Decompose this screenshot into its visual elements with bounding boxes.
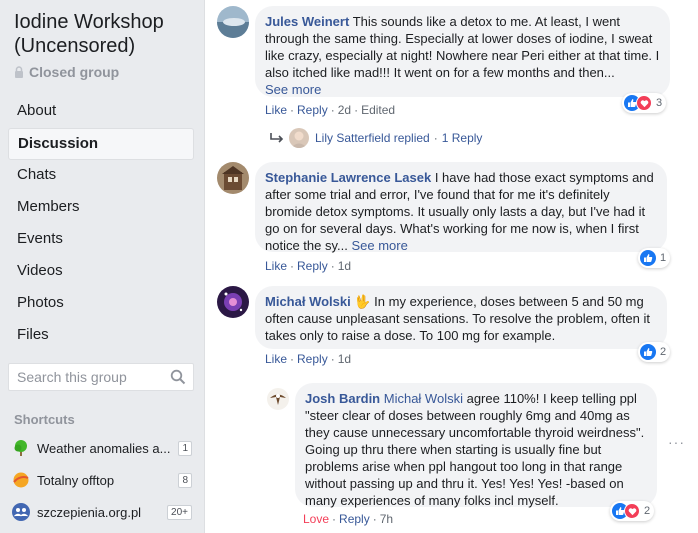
planet-icon — [13, 472, 29, 488]
reply-bubble: Josh Bardin Michał Wolski agree 110%! I … — [295, 383, 657, 508]
privacy-label: Closed group — [14, 64, 119, 80]
replies-count: 1 Reply — [441, 131, 483, 145]
comment-bubble: Jules Weinert This sounds like a detox t… — [255, 6, 670, 97]
reaction-count: 3 — [656, 97, 663, 109]
reply-link[interactable]: Reply — [297, 259, 328, 273]
comment-actions: Like · Reply · 1d — [265, 259, 352, 273]
like-reaction-icon — [640, 344, 656, 360]
comment-author[interactable]: Stephanie Lawrence Lasek — [265, 170, 431, 185]
replier-name: Lily Satterfield replied — [315, 131, 430, 145]
avatar-image — [217, 6, 249, 38]
comment-time[interactable]: 2d — [338, 103, 351, 117]
reply-link[interactable]: Reply — [339, 512, 370, 526]
comment-bubble: Stephanie Lawrence Lasek I have had thos… — [255, 162, 667, 253]
more-options-icon[interactable]: ··· — [668, 434, 685, 450]
reaction-summary[interactable]: 3 — [622, 93, 667, 113]
nav-photos[interactable]: Photos — [8, 288, 194, 320]
group-icon — [12, 503, 30, 521]
reply-arrow-icon — [270, 133, 284, 143]
reaction-count: 1 — [660, 252, 667, 264]
lock-icon — [15, 66, 23, 78]
replier-avatar — [289, 128, 309, 148]
reaction-summary[interactable]: 2 — [638, 342, 671, 362]
comment-author[interactable]: Michał Wolski — [265, 294, 351, 309]
comment-actions: Like · Reply · 1d — [265, 352, 352, 366]
shortcut-label: szczepienia.org.pl — [37, 504, 142, 520]
avatar[interactable] — [217, 286, 249, 318]
like-link[interactable]: Like — [265, 103, 287, 117]
nav-about[interactable]: About — [8, 96, 194, 128]
reply-link[interactable]: Reply — [297, 352, 328, 366]
nav-videos[interactable]: Videos — [8, 256, 194, 288]
reaction-summary[interactable]: 2 — [610, 501, 655, 521]
comment-bubble: Michał Wolski 🖖 In my experience, doses … — [255, 286, 667, 349]
group-sidebar: Iodine Workshop (Uncensored) Closed grou… — [0, 0, 205, 533]
privacy-text: Closed group — [29, 64, 120, 80]
comment-actions: Like · Reply · 2d · Edited — [265, 103, 396, 117]
shortcut-badge: 1 — [178, 440, 192, 456]
reaction-count: 2 — [644, 505, 651, 517]
group-nav: About Discussion Chats Members Events Vi… — [8, 96, 194, 352]
search-input[interactable] — [9, 364, 159, 390]
reply-link[interactable]: Reply — [297, 103, 328, 117]
shortcut-item[interactable]: Weather anomalies a... 1 — [12, 436, 192, 460]
replies-separator: · — [433, 131, 438, 145]
nav-events[interactable]: Events — [8, 224, 194, 256]
nav-discussion[interactable]: Discussion — [8, 128, 194, 160]
like-reaction-icon — [640, 250, 656, 266]
like-link[interactable]: Like — [265, 259, 287, 273]
avatar-image — [217, 286, 249, 318]
comments-feed: Jules Weinert This sounds like a detox t… — [205, 0, 698, 533]
mention-link[interactable]: Michał Wolski — [384, 391, 463, 406]
comment-time[interactable]: 1d — [338, 259, 351, 273]
replies-summary[interactable]: Lily Satterfield replied · 1 Reply — [269, 128, 482, 148]
see-more-link[interactable]: See more — [351, 238, 407, 253]
shortcuts-heading: Shortcuts — [14, 412, 75, 427]
like-link[interactable]: Like — [265, 352, 287, 366]
comment-time[interactable]: 7h — [380, 512, 393, 526]
shortcut-label: Weather anomalies a... — [37, 440, 171, 456]
comment-actions: Love · Reply · 7h — [303, 512, 394, 526]
reaction-count: 2 — [660, 346, 667, 358]
reaction-summary[interactable]: 1 — [638, 248, 671, 268]
edited-label[interactable]: Edited — [361, 103, 395, 117]
tree-icon — [14, 440, 27, 456]
comment-author[interactable]: Jules Weinert — [265, 14, 349, 29]
see-more-link[interactable]: See more — [265, 82, 321, 97]
comment-time[interactable]: 1d — [338, 352, 351, 366]
avatar-image — [217, 162, 249, 194]
shortcut-item[interactable]: szczepienia.org.pl 20+ — [12, 500, 192, 524]
comment-author[interactable]: Josh Bardin — [305, 391, 380, 406]
love-link[interactable]: Love — [303, 512, 329, 526]
shortcut-badge: 8 — [178, 472, 192, 488]
avatar[interactable] — [217, 6, 249, 38]
comment-emoji: 🖖 — [354, 294, 371, 309]
avatar[interactable] — [217, 162, 249, 194]
comment-text: agree 110%! I keep telling ppl "steer cl… — [305, 391, 645, 508]
avatar[interactable] — [267, 388, 289, 410]
shortcut-item[interactable]: Totalny offtop 8 — [12, 468, 192, 492]
nav-members[interactable]: Members — [8, 192, 194, 224]
love-reaction-icon — [636, 95, 652, 111]
nav-chats[interactable]: Chats — [8, 160, 194, 192]
avatar-image — [267, 388, 289, 410]
love-reaction-icon — [624, 503, 640, 519]
search-icon[interactable] — [170, 369, 186, 385]
group-title[interactable]: Iodine Workshop (Uncensored) — [14, 10, 199, 58]
nav-files[interactable]: Files — [8, 320, 194, 352]
shortcut-badge: 20+ — [167, 504, 192, 520]
shortcut-label: Totalny offtop — [37, 472, 115, 488]
group-search — [8, 363, 194, 391]
